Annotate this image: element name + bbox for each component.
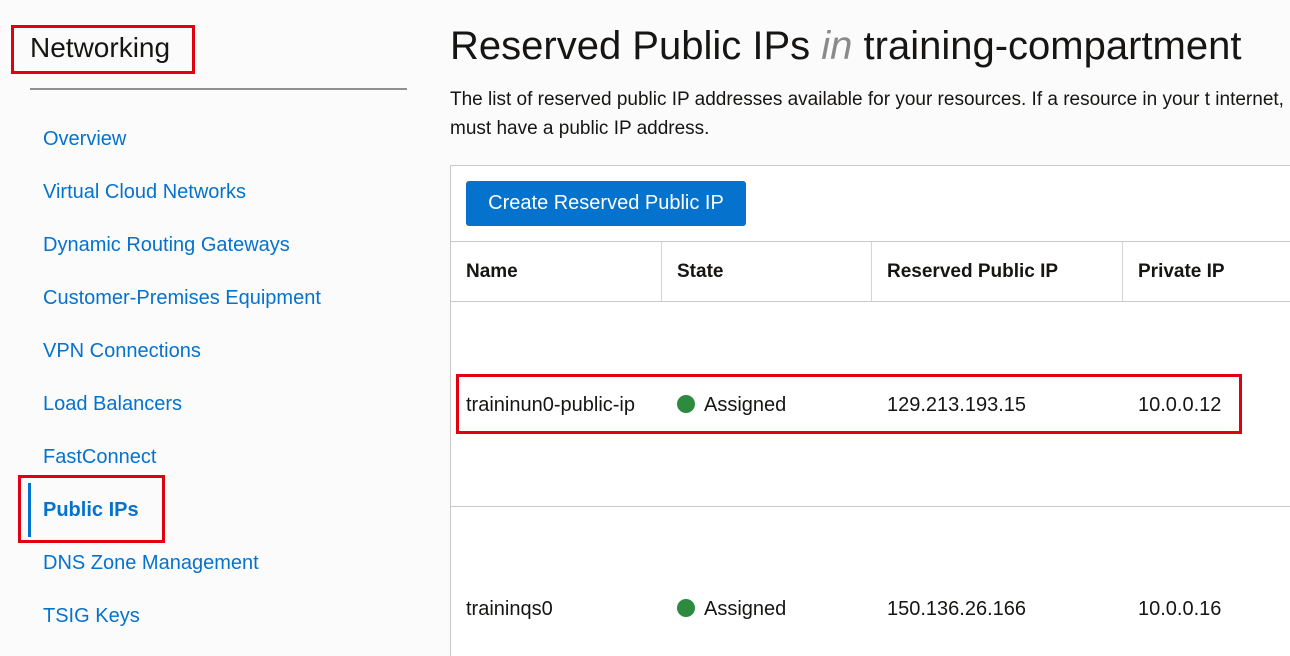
annotation-box-row: [456, 374, 1242, 434]
annotation-box-public-ips: [18, 475, 165, 543]
create-reserved-public-ip-button[interactable]: Create Reserved Public IP: [466, 181, 746, 226]
sidebar-item-tsig-keys[interactable]: TSIG Keys: [43, 603, 140, 629]
sidebar-divider: [30, 88, 407, 90]
page-description: The list of reserved public IP addresses…: [450, 89, 1290, 139]
column-divider: [871, 242, 872, 301]
column-divider: [661, 242, 662, 301]
status-assigned-icon: [677, 599, 695, 617]
row-private-ip: 10.0.0.16: [1138, 598, 1222, 620]
row-public-ip: 150.136.26.166: [887, 598, 1027, 620]
sidebar-item-load-balancers[interactable]: Load Balancers: [43, 391, 182, 417]
column-divider: [1122, 242, 1123, 301]
column-header-state[interactable]: State: [677, 261, 723, 283]
title-compartment: training-compartment: [863, 24, 1242, 68]
row-name[interactable]: traininqs0: [466, 597, 553, 621]
page: Networking Overview Virtual Cloud Networ…: [0, 0, 1290, 656]
column-header-reserved-public-ip[interactable]: Reserved Public IP: [887, 261, 1058, 283]
table-divider: [451, 506, 1290, 507]
sidebar-item-vpn-connections[interactable]: VPN Connections: [43, 338, 201, 364]
state-label: Assigned: [704, 598, 787, 620]
sidebar-item-customer-premises-equipment[interactable]: Customer-Premises Equipment: [43, 285, 321, 311]
sidebar-item-dns-zone-management[interactable]: DNS Zone Management: [43, 550, 259, 576]
table-divider: [451, 301, 1290, 302]
annotation-box-networking: [11, 25, 195, 74]
column-header-private-ip[interactable]: Private IP: [1138, 261, 1225, 283]
page-title: Reserved Public IPs in training-compartm…: [450, 22, 1241, 70]
column-header-name[interactable]: Name: [466, 261, 518, 283]
sidebar-item-overview[interactable]: Overview: [43, 126, 126, 152]
title-in: in: [821, 24, 853, 68]
title-resource: Reserved Public IPs: [450, 24, 811, 68]
sidebar-item-virtual-cloud-networks[interactable]: Virtual Cloud Networks: [43, 179, 246, 205]
sidebar-item-dynamic-routing-gateways[interactable]: Dynamic Routing Gateways: [43, 232, 290, 258]
row-state: Assigned: [677, 597, 786, 621]
sidebar-item-fastconnect[interactable]: FastConnect: [43, 444, 156, 470]
